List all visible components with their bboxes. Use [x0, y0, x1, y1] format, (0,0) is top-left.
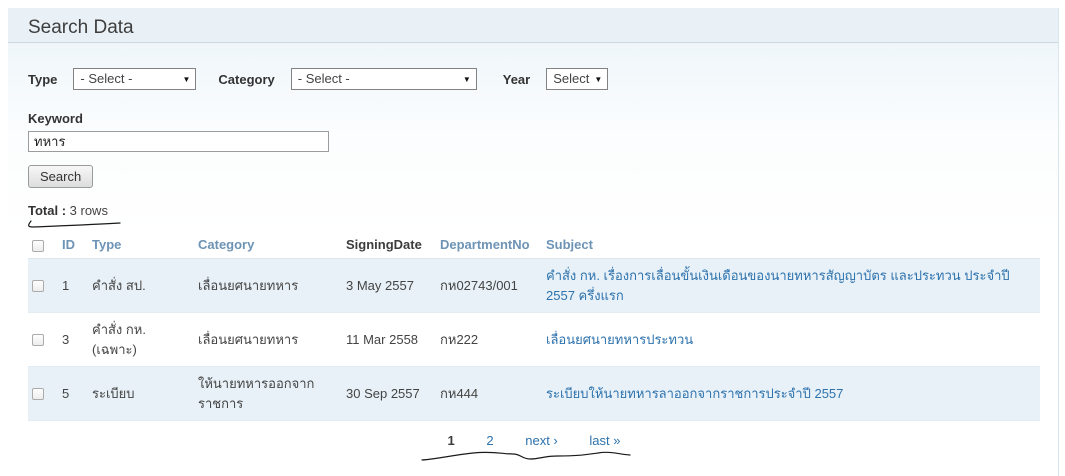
- pagination-next[interactable]: next ›: [525, 433, 558, 448]
- keyword-input[interactable]: [28, 131, 329, 152]
- cell-category: เลื่อนยศนายทหาร: [194, 312, 342, 367]
- total-line: Total : 3 rows: [28, 203, 1038, 218]
- pagination-last[interactable]: last »: [589, 433, 620, 448]
- cell-signing-date: 30 Sep 2557: [342, 366, 436, 421]
- col-header-category[interactable]: Category: [194, 231, 342, 259]
- col-header-departmentno[interactable]: DepartmentNo: [436, 231, 542, 259]
- select-all-checkbox[interactable]: [32, 239, 44, 252]
- table-header-row: ID Type Category SigningDate DepartmentN…: [28, 231, 1040, 259]
- panel-header: Search Data: [8, 8, 1058, 43]
- table-row: 5 ระเบียบ ให้นายทหารออกจากราชการ 30 Sep …: [28, 366, 1040, 421]
- pagination-page-2[interactable]: 2: [486, 433, 493, 448]
- cell-category: เลื่อนยศนายทหาร: [194, 258, 342, 313]
- type-label: Type: [28, 71, 58, 87]
- cell-signing-date: 3 May 2557: [342, 258, 436, 313]
- cell-department-no: กห444: [436, 366, 542, 421]
- results-table: ID Type Category SigningDate DepartmentN…: [28, 231, 1040, 421]
- cell-id: 5: [58, 366, 88, 421]
- search-data-panel: Search Data Type - Select - ▼ Category -…: [8, 8, 1059, 476]
- col-header-subject[interactable]: Subject: [542, 231, 1040, 259]
- page-title: Search Data: [28, 17, 134, 38]
- category-label: Category: [218, 71, 275, 87]
- cell-id: 1: [58, 258, 88, 313]
- year-label: Year: [502, 71, 531, 87]
- search-button[interactable]: Search: [28, 165, 94, 188]
- dropdown-arrow-icon: ▼: [462, 75, 471, 84]
- subject-link[interactable]: ระเบียบให้นายทหารลาออกจากราชการประจำปี 2…: [546, 386, 843, 401]
- dropdown-arrow-icon: ▼: [182, 75, 191, 84]
- subject-link[interactable]: คำสั่ง กห. เรื่องการเลื่อนขั้นเงินเดือนข…: [546, 268, 1010, 303]
- cell-type: คำสั่ง สป.: [88, 258, 194, 313]
- category-select[interactable]: - Select - ▼: [290, 68, 477, 90]
- row-checkbox[interactable]: [32, 388, 44, 401]
- type-select[interactable]: - Select - ▼: [73, 68, 197, 90]
- table-row: 1 คำสั่ง สป. เลื่อนยศนายทหาร 3 May 2557 …: [28, 258, 1040, 313]
- filter-row: Type - Select - ▼ Category - Select - ▼ …: [28, 43, 1038, 90]
- col-header-signingdate[interactable]: SigningDate: [342, 231, 436, 259]
- type-select-value: - Select -: [80, 71, 133, 86]
- col-header-type[interactable]: Type: [88, 231, 194, 259]
- cell-department-no: กห02743/001: [436, 258, 542, 313]
- col-header-id[interactable]: ID: [58, 231, 88, 259]
- year-select[interactable]: Select ▼: [546, 68, 609, 90]
- row-checkbox[interactable]: [32, 334, 44, 347]
- subject-link[interactable]: เลื่อนยศนายทหารประทวน: [546, 332, 693, 347]
- cell-department-no: กห222: [436, 312, 542, 367]
- pagination: 1 2 next › last »: [28, 433, 1040, 448]
- cell-category: ให้นายทหารออกจากราชการ: [194, 366, 342, 421]
- total-label: Total :: [28, 203, 67, 218]
- cell-type: คำสั่ง กห. (เฉพาะ): [88, 312, 194, 367]
- table-row: 3 คำสั่ง กห. (เฉพาะ) เลื่อนยศนายทหาร 11 …: [28, 312, 1040, 367]
- year-select-value: Select: [553, 71, 590, 86]
- keyword-label: Keyword: [28, 111, 83, 126]
- annotation-squiggle: [28, 220, 121, 228]
- row-checkbox[interactable]: [32, 280, 44, 293]
- cell-signing-date: 11 Mar 2558: [342, 312, 436, 367]
- category-select-value: - Select -: [297, 71, 350, 86]
- total-value: 3 rows: [69, 203, 108, 218]
- cell-id: 3: [58, 312, 88, 367]
- panel-body: Type - Select - ▼ Category - Select - ▼ …: [8, 43, 1058, 475]
- dropdown-arrow-icon: ▼: [594, 75, 603, 84]
- cell-type: ระเบียบ: [88, 366, 194, 421]
- annotation-squiggle: [421, 451, 631, 461]
- pagination-current-page: 1: [447, 433, 455, 448]
